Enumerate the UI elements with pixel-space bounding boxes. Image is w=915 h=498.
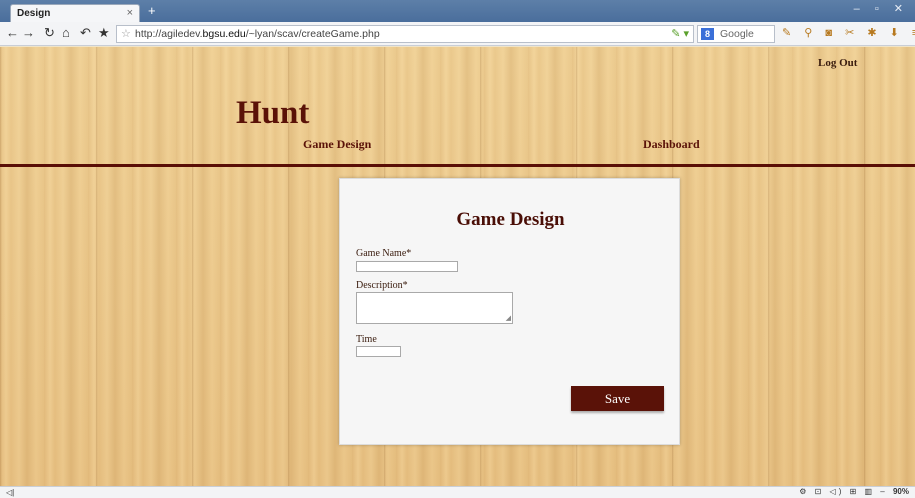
- time-input[interactable]: [356, 346, 401, 357]
- back-icon[interactable]: ←: [6, 25, 19, 40]
- tab-close-icon[interactable]: ×: [127, 7, 133, 19]
- home-icon[interactable]: ⌂: [62, 25, 70, 40]
- description-label: Description*: [356, 280, 408, 291]
- window-controls[interactable]: – ▫ ✕: [854, 2, 909, 15]
- search-engine-icon[interactable]: 8: [701, 28, 714, 40]
- search-box[interactable]: 8 Google: [697, 25, 775, 43]
- forward-icon[interactable]: →: [22, 25, 35, 40]
- status-icon: ◁|: [6, 488, 15, 497]
- time-label: Time: [356, 334, 377, 345]
- resize-handle-icon[interactable]: ◢: [506, 315, 511, 322]
- reload-icon[interactable]: ↻: [44, 25, 55, 41]
- nav-dashboard-link[interactable]: Dashboard: [643, 137, 700, 152]
- tab-title: Design: [17, 8, 51, 19]
- page-content: Log Out Hunt Game Design Dashboard Game …: [0, 47, 915, 486]
- toolbar-icons[interactable]: ✎ ⚲ ◙ ✂ ✱ ⬇ ≡: [782, 26, 915, 39]
- form-title: Game Design: [456, 209, 565, 230]
- nav-game-design-link[interactable]: Game Design: [303, 137, 371, 152]
- address-bar[interactable]: ☆ http://agiledev.bgsu.edu/~lyan/scav/cr…: [116, 25, 694, 43]
- browser-tab-bar: Design × + – ▫ ✕: [0, 0, 915, 22]
- search-placeholder: Google: [720, 28, 754, 40]
- browser-status-bar: ◁| ⚙ ⊡ ◁) ⊞ ▥ – 90%: [0, 486, 915, 498]
- logout-link[interactable]: Log Out: [818, 57, 857, 69]
- status-tools[interactable]: ⚙ ⊡ ◁) ⊞ ▥ – 90%: [799, 487, 909, 496]
- browser-tab[interactable]: Design ×: [10, 4, 140, 22]
- url-prefix: http://agiledev.: [135, 28, 203, 40]
- game-design-form: Game Design Game Name* Description* ◢ Ti…: [339, 178, 680, 445]
- pin-icon[interactable]: ✎ ▾: [671, 27, 689, 40]
- zoom-level[interactable]: 90%: [893, 487, 909, 496]
- site-title: Hunt: [236, 95, 310, 131]
- game-name-label: Game Name*: [356, 248, 412, 259]
- game-name-input[interactable]: [356, 261, 458, 272]
- bookmark-icon[interactable]: ★: [98, 25, 110, 41]
- undo-icon[interactable]: ↶: [80, 25, 91, 41]
- save-button[interactable]: Save: [571, 386, 664, 411]
- url-suffix: /~lyan/scav/createGame.php: [245, 28, 380, 40]
- browser-nav-bar: ← → ↻ ⌂ ↶ ★ ☆ http://agiledev.bgsu.edu/~…: [0, 22, 915, 46]
- header-divider: [0, 164, 915, 167]
- new-tab-button[interactable]: +: [148, 3, 156, 18]
- description-textarea[interactable]: ◢: [356, 292, 513, 324]
- url-host: bgsu.edu: [202, 28, 246, 40]
- star-icon[interactable]: ☆: [121, 27, 131, 40]
